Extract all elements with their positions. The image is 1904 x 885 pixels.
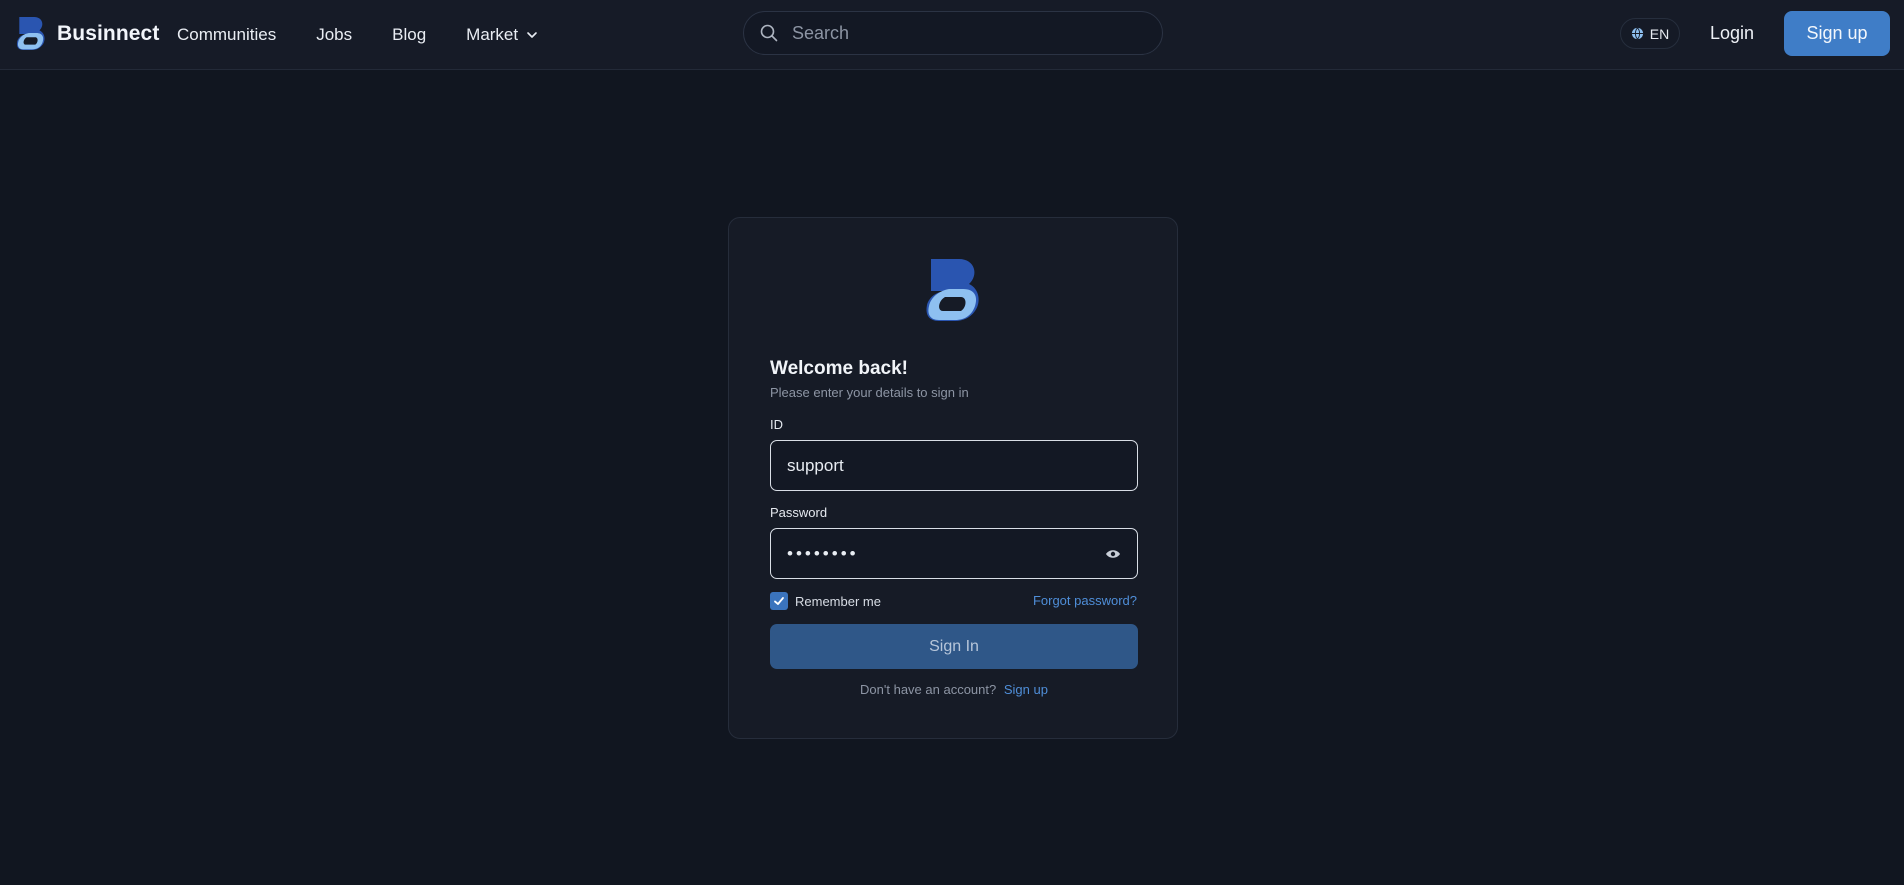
main-nav: Communities Jobs Blog Market xyxy=(177,0,579,70)
nav-jobs[interactable]: Jobs xyxy=(316,25,352,45)
id-input[interactable] xyxy=(787,455,1121,476)
password-field-wrapper xyxy=(770,528,1138,579)
header-signup-button[interactable]: Sign up xyxy=(1784,11,1890,56)
globe-icon xyxy=(1631,27,1643,40)
businnect-logo-icon xyxy=(926,259,979,321)
businnect-logo-icon xyxy=(16,17,45,50)
search-bar xyxy=(743,11,1163,55)
nav-communities[interactable]: Communities xyxy=(177,25,276,45)
header-login-link[interactable]: Login xyxy=(1710,0,1754,66)
no-account-text: Don't have an account? xyxy=(860,682,997,697)
check-icon xyxy=(774,597,784,605)
language-code: EN xyxy=(1649,25,1670,42)
nav-market-label: Market xyxy=(466,25,519,44)
sign-in-button[interactable]: Sign In xyxy=(770,624,1138,669)
id-field-wrapper xyxy=(770,440,1138,491)
login-subtitle: Please enter your details to sign in xyxy=(770,385,969,400)
password-input[interactable] xyxy=(787,543,1105,564)
top-navbar: Businnect Communities Jobs Blog Market E… xyxy=(0,0,1904,70)
card-signup-link[interactable]: Sign up xyxy=(1004,682,1048,697)
language-selector[interactable]: EN xyxy=(1620,18,1680,49)
login-card: Welcome back! Please enter your details … xyxy=(728,217,1178,739)
eye-icon[interactable] xyxy=(1105,548,1121,560)
search-icon xyxy=(760,24,778,42)
login-title: Welcome back! xyxy=(770,358,908,379)
brand-name: Businnect xyxy=(57,21,160,45)
nav-blog[interactable]: Blog xyxy=(392,25,426,45)
password-label: Password xyxy=(770,505,828,520)
remember-me-checkbox[interactable]: Remember me xyxy=(770,592,881,610)
id-label: ID xyxy=(770,417,783,432)
remember-checkbox-box[interactable] xyxy=(770,592,788,610)
brand-home-link[interactable]: Businnect xyxy=(16,16,159,51)
search-input[interactable] xyxy=(792,22,1162,44)
nav-market[interactable]: Market xyxy=(466,25,539,45)
forgot-password-link[interactable]: Forgot password? xyxy=(1033,593,1137,608)
signup-prompt: Don't have an account? Sign up xyxy=(729,682,1179,697)
remember-me-label: Remember me xyxy=(795,593,881,609)
chevron-down-icon xyxy=(527,32,537,38)
